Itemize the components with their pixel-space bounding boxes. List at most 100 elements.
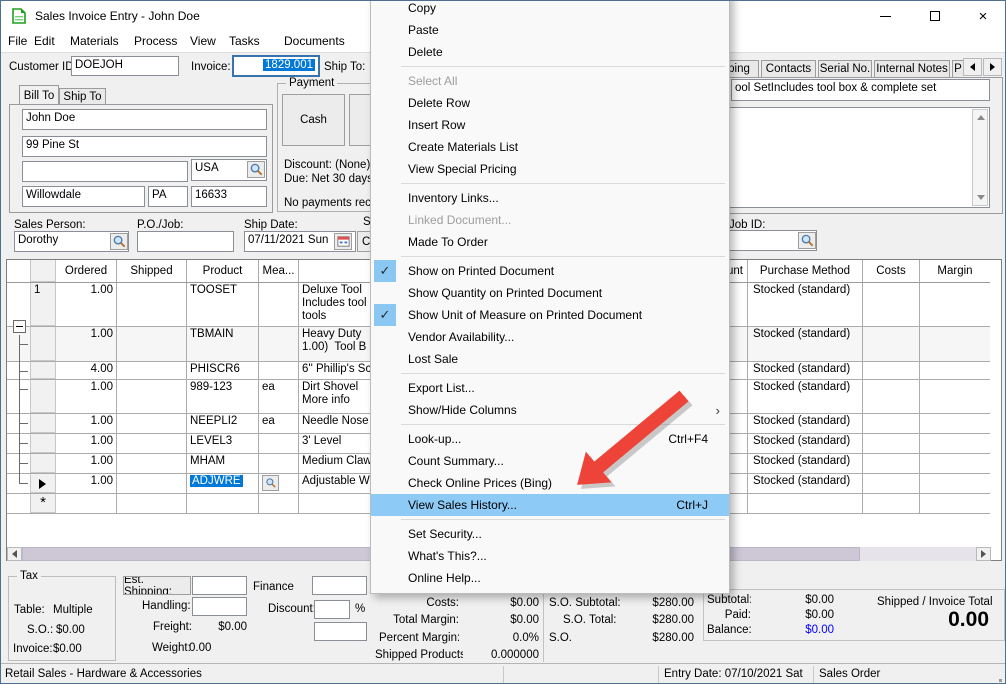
menubar-process[interactable]: Process [134, 34, 177, 48]
product-cell[interactable]: TOOSET [187, 283, 259, 326]
row-number-cell[interactable]: 1 [30, 283, 56, 326]
invoice-number-field[interactable]: 1829.001 [232, 55, 320, 77]
description-cell[interactable]: 6'' Phillip's Sc [299, 362, 379, 379]
menubar-file[interactable]: File [8, 34, 27, 48]
product-cell[interactable]: NEEPLI2 [187, 414, 259, 433]
purchase-method-cell[interactable]: Stocked (standard) [748, 380, 863, 413]
menu-item-insert-row[interactable]: Insert Row [371, 114, 729, 136]
costs-cell[interactable] [863, 474, 920, 493]
menubar-view[interactable]: View [190, 34, 216, 48]
product-cell[interactable]: LEVEL3 [187, 434, 259, 453]
shipped-cell[interactable] [117, 362, 187, 379]
menu-item-delete[interactable]: Delete [371, 41, 729, 63]
purchase-method-cell[interactable]: Stocked (standard) [748, 283, 863, 326]
measure-cell[interactable]: ea [259, 380, 299, 413]
costs-cell[interactable] [863, 454, 920, 473]
product-cell[interactable]: MHAM [187, 454, 259, 473]
discount-amount-field[interactable] [314, 622, 367, 641]
measure-cell[interactable] [259, 283, 299, 326]
grid-header-ordered[interactable]: Ordered [56, 260, 117, 282]
margin-cell[interactable] [920, 414, 990, 433]
description-cell[interactable]: Medium Claw [299, 454, 379, 473]
est-shipping-button[interactable]: Est. Shipping: [123, 576, 191, 595]
shipped-cell[interactable] [117, 380, 187, 413]
description-cell[interactable]: Needle Nose [299, 414, 379, 433]
purchase-method-cell[interactable]: Stocked (standard) [748, 454, 863, 473]
row-number-cell[interactable] [30, 454, 56, 473]
margin-cell[interactable] [920, 283, 990, 326]
menu-item-whats-this[interactable]: What's This?... [371, 545, 729, 567]
ship-date-calendar-button[interactable] [334, 233, 352, 250]
discount-field[interactable] [314, 600, 350, 619]
costs-cell[interactable] [863, 414, 920, 433]
measure-cell[interactable] [259, 454, 299, 473]
bill-to-zip-field[interactable]: 16633 [191, 186, 267, 207]
row-number-cell[interactable] [30, 434, 56, 453]
menu-item-show-unit-of-measure[interactable]: ✓Show Unit of Measure on Printed Documen… [371, 304, 729, 326]
sales-person-lookup-button[interactable] [110, 233, 128, 250]
measure-cell[interactable] [259, 327, 299, 361]
notes-scrollbar[interactable] [972, 109, 988, 206]
grid-header-purchase-method[interactable]: Purchase Method [748, 260, 863, 282]
menu-item-inventory-links[interactable]: Inventory Links... [371, 187, 729, 209]
purchase-method-cell[interactable]: Stocked (standard) [748, 362, 863, 379]
tab-scroll-right-button[interactable] [983, 58, 1002, 76]
bill-to-name-field[interactable]: John Doe [22, 109, 267, 130]
product-cell[interactable]: 989-123 [187, 380, 259, 413]
purchase-method-cell[interactable]: Stocked (standard) [748, 474, 863, 493]
margin-cell[interactable] [920, 454, 990, 473]
product-cell[interactable]: PHISCR6 [187, 362, 259, 379]
customer-id-field[interactable]: DOEJOH [71, 56, 179, 76]
costs-cell[interactable] [863, 327, 920, 361]
margin-cell[interactable] [920, 362, 990, 379]
cash-payment-button[interactable]: Cash [282, 94, 345, 146]
menu-item-show-quantity-on-printed-document[interactable]: Show Quantity on Printed Document [371, 282, 729, 304]
menubar-tasks[interactable]: Tasks [229, 34, 260, 48]
job-id-lookup-button[interactable] [798, 232, 816, 249]
tab-scroll-left-button[interactable] [963, 58, 982, 76]
shipped-cell[interactable] [117, 414, 187, 433]
row-number-cell[interactable] [30, 414, 56, 433]
costs-cell[interactable] [863, 362, 920, 379]
tree-collapse-icon[interactable] [13, 320, 26, 333]
menu-item-made-to-order[interactable]: Made To Order [371, 231, 729, 253]
shipped-cell[interactable] [117, 494, 187, 513]
grid-header-costs[interactable]: Costs [863, 260, 920, 282]
product-cell[interactable] [187, 494, 259, 513]
measure-cell[interactable] [259, 362, 299, 379]
costs-cell[interactable] [863, 283, 920, 326]
grid-header-measure[interactable]: Mea... [259, 260, 299, 282]
menu-item-paste[interactable]: Paste [371, 19, 729, 41]
menubar-edit[interactable]: Edit [34, 34, 55, 48]
product-cell-editing[interactable]: ADJWRE [187, 474, 259, 493]
menu-item-lost-sale[interactable]: Lost Sale [371, 348, 729, 370]
measure-cell[interactable] [259, 494, 299, 513]
costs-cell[interactable] [863, 494, 920, 513]
product-lookup-button[interactable] [262, 475, 279, 491]
row-number-cell[interactable] [30, 474, 56, 493]
est-shipping-field[interactable] [192, 576, 247, 595]
menu-item-look-up[interactable]: Look-up...Ctrl+F4 [371, 428, 729, 450]
tab-contacts[interactable]: Contacts [761, 60, 816, 77]
tab-serial-no[interactable]: Serial No. [818, 60, 872, 77]
menu-item-create-materials-list[interactable]: Create Materials List [371, 136, 729, 158]
grid-header-description[interactable] [299, 260, 379, 282]
description-cell[interactable]: Heavy Duty 1.00) Tool B [299, 327, 379, 361]
tab-ship-to[interactable]: Ship To [59, 88, 106, 105]
menu-item-show-on-printed-document[interactable]: ✓Show on Printed Document [371, 260, 729, 282]
ordered-cell[interactable] [56, 494, 117, 513]
country-lookup-button[interactable] [247, 161, 265, 178]
menu-item-view-special-pricing[interactable]: View Special Pricing [371, 158, 729, 180]
tab-p-clipped[interactable]: P [952, 60, 963, 77]
ordered-cell[interactable]: 1.00 [56, 283, 117, 326]
margin-cell[interactable] [920, 434, 990, 453]
bill-to-line3-field[interactable] [22, 161, 188, 182]
grid-header-shipped[interactable]: Shipped [117, 260, 187, 282]
measure-cell[interactable] [259, 474, 299, 493]
description-cell[interactable]: Deluxe Tool Includes tool tools [299, 283, 379, 326]
close-button[interactable]: × [961, 1, 1005, 31]
row-number-cell[interactable] [30, 380, 56, 413]
purchase-method-cell[interactable]: Stocked (standard) [748, 414, 863, 433]
resize-grip-icon[interactable] [999, 679, 1002, 682]
bill-to-state-field[interactable]: PA [148, 186, 188, 207]
